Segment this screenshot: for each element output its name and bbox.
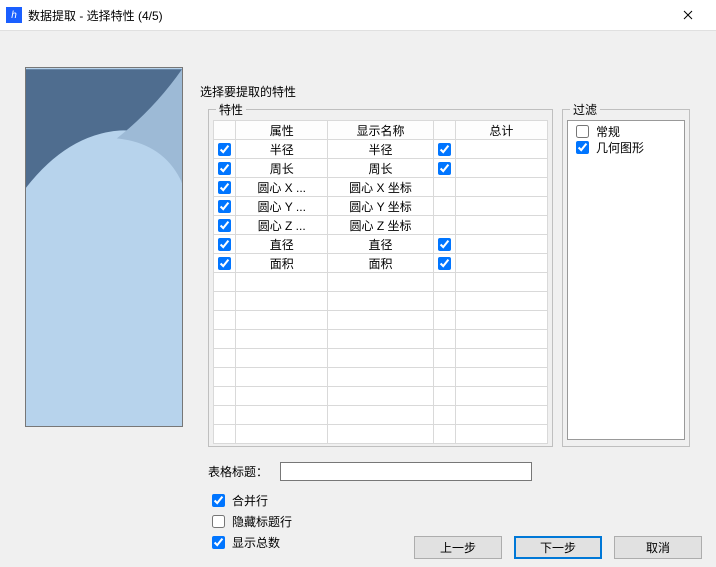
table-row[interactable] bbox=[214, 292, 548, 311]
merge-rows-option[interactable]: 合并行 bbox=[208, 491, 292, 510]
titlebar: h 数据提取 - 选择特性 (4/5) bbox=[0, 0, 716, 30]
button-row: 上一步 下一步 取消 bbox=[414, 536, 702, 559]
table-row[interactable] bbox=[214, 349, 548, 368]
row-include-checkbox[interactable] bbox=[218, 200, 231, 213]
row-include-checkbox[interactable] bbox=[218, 162, 231, 175]
cell-displayname[interactable]: 直径 bbox=[328, 235, 433, 254]
filter-list[interactable]: 常规几何图形 bbox=[567, 120, 685, 440]
table-row[interactable]: 圆心 Y ...圆心 Y 坐标 bbox=[214, 197, 548, 216]
table-row[interactable]: 圆心 X ...圆心 X 坐标 bbox=[214, 178, 548, 197]
show-total-label: 显示总数 bbox=[232, 534, 280, 551]
properties-legend: 特性 bbox=[216, 101, 246, 118]
table-row[interactable] bbox=[214, 387, 548, 406]
cell-displayname[interactable]: 半径 bbox=[328, 140, 433, 159]
caption-label: 表格标题： bbox=[208, 463, 268, 480]
table-row[interactable] bbox=[214, 311, 548, 330]
wizard-preview bbox=[25, 67, 183, 427]
show-total-option[interactable]: 显示总数 bbox=[208, 533, 292, 552]
filter-checkbox[interactable] bbox=[576, 125, 589, 138]
filter-label: 常规 bbox=[596, 123, 620, 140]
table-row[interactable]: 半径半径 bbox=[214, 140, 548, 159]
cell-displayname[interactable]: 周长 bbox=[328, 159, 433, 178]
cell-attribute: 圆心 Y ... bbox=[236, 197, 328, 216]
next-button[interactable]: 下一步 bbox=[514, 536, 602, 559]
back-button[interactable]: 上一步 bbox=[414, 536, 502, 559]
table-row[interactable] bbox=[214, 406, 548, 425]
caption-row: 表格标题： bbox=[208, 462, 532, 481]
filter-item[interactable]: 几何图形 bbox=[572, 139, 680, 155]
grid-header-row: 属性 显示名称 总计 bbox=[214, 121, 548, 140]
col-total[interactable]: 总计 bbox=[455, 121, 547, 140]
table-row[interactable]: 面积面积 bbox=[214, 254, 548, 273]
table-row[interactable] bbox=[214, 425, 548, 444]
cell-displayname[interactable]: 圆心 Z 坐标 bbox=[328, 216, 433, 235]
show-total-checkbox[interactable] bbox=[212, 536, 225, 549]
cell-attribute: 面积 bbox=[236, 254, 328, 273]
close-icon bbox=[683, 10, 693, 20]
filter-label: 几何图形 bbox=[596, 139, 644, 156]
row-include-checkbox[interactable] bbox=[218, 238, 231, 251]
window-title: 数据提取 - 选择特性 (4/5) bbox=[28, 7, 668, 24]
row-total-checkbox[interactable] bbox=[438, 143, 451, 156]
caption-input[interactable] bbox=[280, 462, 532, 481]
merge-rows-checkbox[interactable] bbox=[212, 494, 225, 507]
row-include-checkbox[interactable] bbox=[218, 219, 231, 232]
page-curl-icon bbox=[26, 68, 182, 426]
filter-item[interactable]: 常规 bbox=[572, 123, 680, 139]
row-total-checkbox[interactable] bbox=[438, 257, 451, 270]
properties-grid[interactable]: 属性 显示名称 总计 半径半径周长周长圆心 X ...圆心 X 坐标圆心 Y .… bbox=[213, 120, 548, 444]
table-row[interactable]: 圆心 Z ...圆心 Z 坐标 bbox=[214, 216, 548, 235]
row-include-checkbox[interactable] bbox=[218, 143, 231, 156]
hide-header-label: 隐藏标题行 bbox=[232, 513, 292, 530]
cell-attribute: 半径 bbox=[236, 140, 328, 159]
dialog-body: 选择要提取的特性 特性 属性 显示名称 总计 半径半径周长周长圆心 X ...圆… bbox=[0, 30, 716, 567]
table-row[interactable] bbox=[214, 368, 548, 387]
table-row[interactable]: 周长周长 bbox=[214, 159, 548, 178]
filter-legend: 过滤 bbox=[570, 101, 600, 118]
filter-group: 过滤 常规几何图形 bbox=[562, 109, 690, 447]
app-icon: h bbox=[6, 7, 22, 23]
cancel-button[interactable]: 取消 bbox=[614, 536, 702, 559]
hide-header-checkbox[interactable] bbox=[212, 515, 225, 528]
cell-attribute: 周长 bbox=[236, 159, 328, 178]
merge-rows-label: 合并行 bbox=[232, 492, 268, 509]
cell-attribute: 圆心 Z ... bbox=[236, 216, 328, 235]
hide-header-option[interactable]: 隐藏标题行 bbox=[208, 512, 292, 531]
col-displayname[interactable]: 显示名称 bbox=[328, 121, 433, 140]
filter-checkbox[interactable] bbox=[576, 141, 589, 154]
cell-attribute: 圆心 X ... bbox=[236, 178, 328, 197]
cell-attribute: 直径 bbox=[236, 235, 328, 254]
row-include-checkbox[interactable] bbox=[218, 181, 231, 194]
row-total-checkbox[interactable] bbox=[438, 162, 451, 175]
cell-displayname[interactable]: 面积 bbox=[328, 254, 433, 273]
close-button[interactable] bbox=[668, 1, 708, 29]
table-row[interactable]: 直径直径 bbox=[214, 235, 548, 254]
options-group: 合并行 隐藏标题行 显示总数 bbox=[208, 491, 292, 552]
table-row[interactable] bbox=[214, 330, 548, 349]
col-attribute[interactable]: 属性 bbox=[236, 121, 328, 140]
row-total-checkbox[interactable] bbox=[438, 238, 451, 251]
properties-group: 特性 属性 显示名称 总计 半径半径周长周长圆心 X ...圆心 X 坐标圆心 … bbox=[208, 109, 553, 447]
table-row[interactable] bbox=[214, 273, 548, 292]
cell-displayname[interactable]: 圆心 X 坐标 bbox=[328, 178, 433, 197]
row-include-checkbox[interactable] bbox=[218, 257, 231, 270]
cell-displayname[interactable]: 圆心 Y 坐标 bbox=[328, 197, 433, 216]
page-heading: 选择要提取的特性 bbox=[200, 83, 296, 100]
